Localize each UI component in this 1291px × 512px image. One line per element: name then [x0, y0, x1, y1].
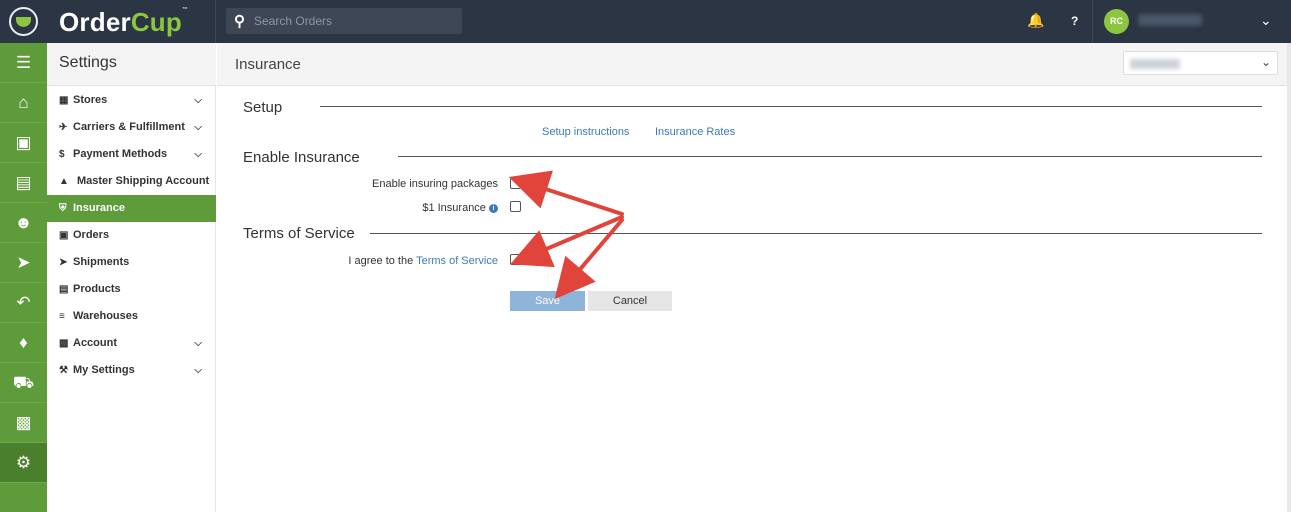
chevron-down-icon: ⌄ [1260, 55, 1271, 69]
sidebar-title: Settings [59, 54, 117, 71]
users-icon[interactable]: ☻ [0, 203, 47, 243]
sidebar-item-insurance[interactable]: ⛨ Insurance [47, 195, 216, 222]
tag-icon[interactable]: ♦ [0, 323, 47, 363]
divider [370, 233, 1262, 234]
sidebar-item-warehouses[interactable]: ≡ Warehouses [47, 303, 216, 330]
sidebar-item-account[interactable]: ▩ Account ⌵ [47, 330, 216, 357]
chevron-down-icon: ⌵ [194, 338, 202, 349]
top-bar: OrderCup™ ⚲ 🔔 ? RC ⌄ [0, 0, 1291, 43]
setup-instructions-link[interactable]: Setup instructions [542, 126, 629, 138]
cancel-button[interactable]: Cancel [588, 291, 672, 311]
money-icon[interactable]: ▣ [0, 123, 47, 163]
rocket-icon: ➤ [59, 257, 68, 268]
graduation-cap-icon: ▲ [59, 176, 69, 187]
chart-icon[interactable]: ▩ [0, 403, 47, 443]
user-name-redacted[interactable] [1138, 14, 1202, 26]
sidebar-item-stores[interactable]: ▦ Stores ⌵ [47, 87, 216, 114]
database-icon: ≡ [59, 311, 65, 322]
section-heading-terms: Terms of Service [243, 225, 355, 242]
bell-icon[interactable]: 🔔 [1027, 12, 1044, 29]
settings-sidebar: Settings ▦ Stores ⌵ ✈ Carriers & Fulfillme… [47, 43, 216, 512]
archive-icon[interactable]: ▤ [0, 163, 47, 203]
chevron-down-icon: ⌵ [194, 149, 202, 160]
menu-icon[interactable]: ☰ [0, 43, 47, 83]
sidebar-header: Settings [47, 43, 216, 86]
search-box[interactable]: ⚲ [226, 8, 462, 34]
reply-icon[interactable]: ↶ [0, 283, 47, 323]
sidebar-item-products[interactable]: ▤ Products [47, 276, 216, 303]
avatar[interactable]: RC [1104, 9, 1129, 34]
chevron-down-icon: ⌵ [194, 95, 202, 106]
truck-icon[interactable]: ⛟ [0, 363, 47, 403]
enable-insuring-checkbox[interactable] [510, 178, 521, 189]
terms-of-service-link[interactable]: Terms of Service [416, 255, 498, 267]
ordercup-logo-icon [9, 7, 38, 36]
plane-icon: ✈ [59, 122, 68, 133]
page-title: Insurance [235, 56, 301, 73]
content-header: Insurance ⌄ [217, 43, 1291, 86]
logo-text: OrderCup™ [59, 7, 189, 37]
sidebar-item-carriers[interactable]: ✈ Carriers & Fulfillment ⌵ [47, 114, 216, 141]
enable-insuring-label: Enable insuring packages [372, 178, 498, 190]
archive-icon: ▤ [59, 284, 69, 295]
terms-agree-checkbox[interactable] [510, 254, 521, 265]
info-icon[interactable]: i [489, 203, 498, 213]
icon-nav-bar: ☰ ⌂ ▣ ▤ ☻ ➤ ↶ ♦ ⛟ ▩ ⚙ [0, 43, 47, 512]
search-input[interactable] [254, 11, 454, 31]
shield-icon: ⛨ [59, 203, 67, 214]
sidebar-item-my-settings[interactable]: ⚒ My Settings ⌵ [47, 357, 216, 384]
section-heading-setup: Setup [243, 99, 283, 116]
logo[interactable]: OrderCup™ [0, 0, 216, 43]
insurance-rates-link[interactable]: Insurance Rates [655, 126, 735, 138]
briefcase-icon: ▩ [59, 338, 69, 349]
home-icon[interactable]: ⌂ [0, 83, 47, 123]
main-content: Insurance ⌄ Setup Setup instructions Ins… [217, 43, 1291, 512]
sidebar-item-payment-methods[interactable]: $ Payment Methods ⌵ [47, 141, 216, 168]
store-select[interactable]: ⌄ [1123, 51, 1278, 75]
one-dollar-insurance-checkbox[interactable] [510, 201, 521, 212]
save-button[interactable]: Save [510, 291, 585, 311]
divider [398, 156, 1262, 157]
store-select-value [1130, 59, 1180, 69]
chevron-down-icon[interactable]: ⌄ [1260, 12, 1272, 29]
sidebar-item-shipments[interactable]: ➤ Shipments [47, 249, 216, 276]
section-heading-enable-insurance: Enable Insurance [243, 149, 360, 166]
wrench-icon: ⚒ [59, 365, 68, 376]
one-dollar-insurance-label: $1 Insurance i [317, 202, 498, 214]
chevron-down-icon: ⌵ [194, 122, 202, 133]
scrollbar[interactable] [1287, 43, 1291, 512]
gears-icon[interactable]: ⚙ [0, 443, 47, 483]
terms-agree-label: I agree to the Terms of Service [348, 255, 498, 267]
rocket-icon[interactable]: ➤ [0, 243, 47, 283]
help-button[interactable]: ? [1071, 14, 1078, 28]
gift-icon: ▦ [59, 95, 69, 106]
chevron-down-icon: ⌵ [194, 365, 202, 376]
search-icon: ⚲ [234, 13, 245, 30]
money-icon: ▣ [59, 230, 69, 241]
dollar-icon: $ [59, 149, 65, 160]
divider [1092, 0, 1093, 43]
divider [320, 106, 1262, 107]
sidebar-item-master-shipping[interactable]: ▲ Master Shipping Account [47, 168, 216, 195]
sidebar-item-orders[interactable]: ▣ Orders [47, 222, 216, 249]
